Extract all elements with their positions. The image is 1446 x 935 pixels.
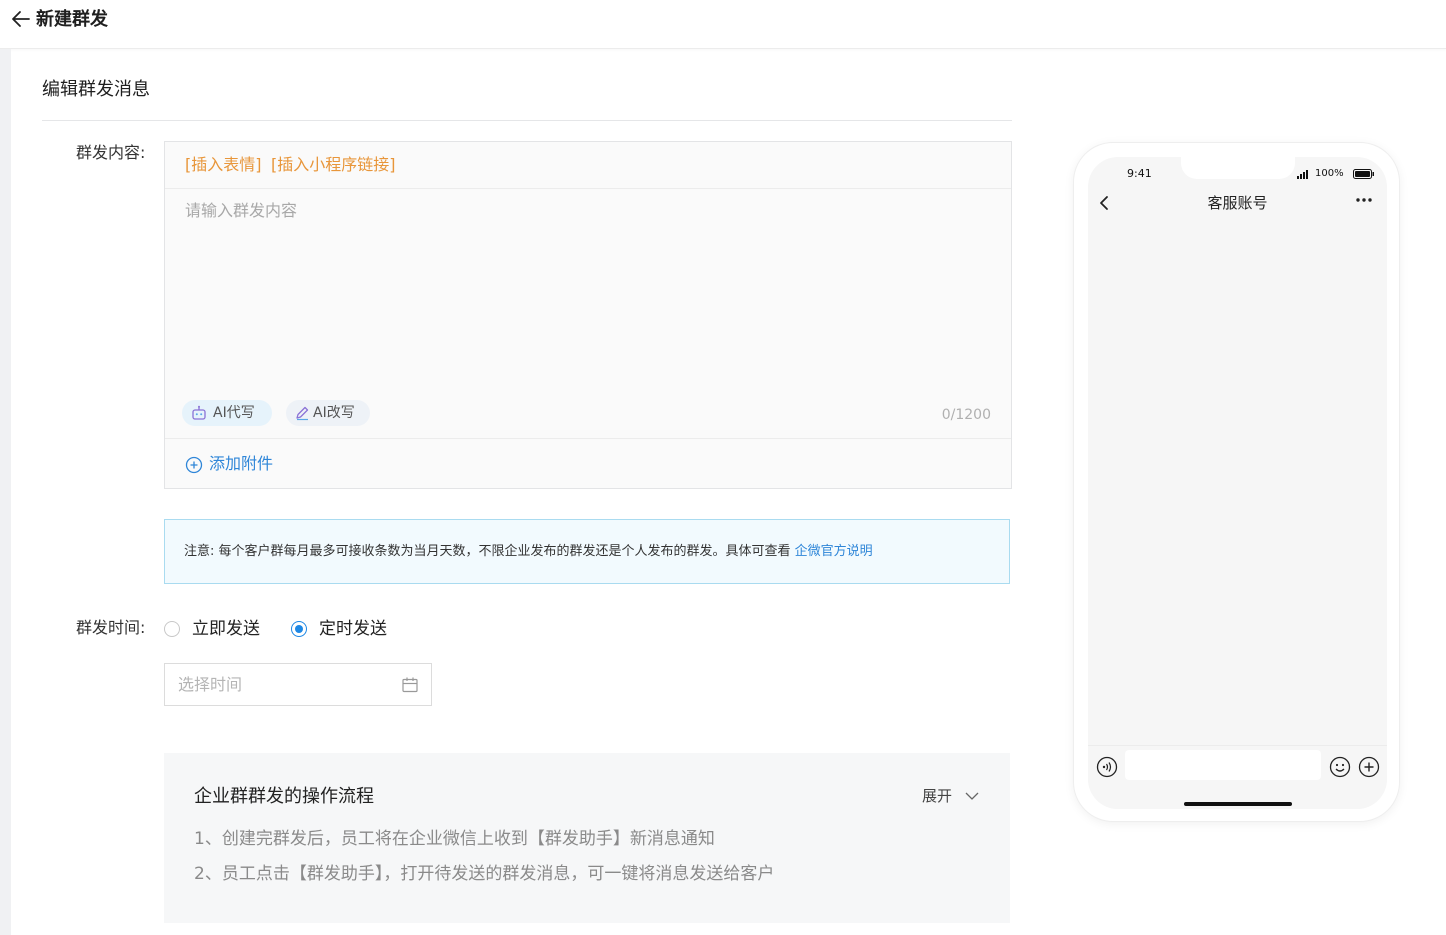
signal-icon — [1297, 170, 1308, 179]
battery-icon — [1353, 169, 1374, 179]
flow-step: 1、创建完群发后，员工将在企业微信上收到【群发助手】新消息通知 — [194, 829, 715, 849]
phone-notch — [1181, 157, 1295, 179]
editor-toolbar: [插入表情] [插入小程序链接] — [165, 142, 1011, 189]
flow-expand-label: 展开 — [921, 787, 952, 805]
battery-text: 100% — [1315, 168, 1344, 179]
radio-send-now-circle[interactable] — [164, 621, 180, 637]
flow-title: 企业群群发的操作流程 — [194, 786, 374, 807]
chevron-down-icon — [965, 792, 979, 800]
time-label: 群发时间: — [76, 618, 146, 637]
content-textarea[interactable]: 请输入群发内容 — [185, 200, 297, 222]
status-time: 9:41 — [1127, 167, 1152, 180]
section-divider — [42, 120, 1012, 121]
radio-scheduled-label: 定时发送 — [319, 619, 387, 639]
calendar-icon — [402, 677, 418, 693]
official-doc-link[interactable]: 企微官方说明 — [795, 544, 873, 559]
voice-icon[interactable] — [1096, 756, 1118, 778]
top-bar: 新建群发 — [0, 0, 1446, 49]
insert-miniprogram-link[interactable]: [插入小程序链接] — [271, 154, 396, 176]
notice-text: 注意: 每个客户群每月最多可接收条数为当月天数，不限企业发布的群发还是个人发布的… — [184, 542, 873, 562]
add-attachment-label: 添加附件 — [209, 454, 274, 473]
phone-preview: 9:41 100% 客服账号 — [1073, 142, 1400, 822]
flow-expand-toggle[interactable]: 展开 — [910, 786, 980, 808]
content-editor: [插入表情] [插入小程序链接] 请输入群发内容 AI代写 AI改写 0/120… — [164, 141, 1012, 489]
chat-input-bar — [1088, 745, 1387, 809]
section-title: 编辑群发消息 — [42, 79, 150, 100]
date-picker-input[interactable]: 选择时间 — [164, 663, 432, 706]
plus-icon[interactable] — [1358, 756, 1380, 778]
content-label: 群发内容: — [76, 143, 146, 162]
pen-icon — [296, 406, 309, 421]
flow-step: 2、员工点击【群发助手】，打开待发送的群发消息，可一键将消息发送给客户 — [194, 864, 775, 884]
insert-emoji-link[interactable]: [插入表情] — [185, 154, 262, 176]
chat-message-input[interactable] — [1125, 750, 1321, 780]
char-counter: 0/1200 — [941, 407, 991, 423]
emoji-icon[interactable] — [1329, 756, 1351, 778]
arrow-left-icon[interactable] — [10, 8, 32, 30]
operation-flow-card: 企业群群发的操作流程 展开 1、创建完群发后，员工将在企业微信上收到【群发助手】… — [164, 753, 1010, 923]
phone-screen: 9:41 100% 客服账号 — [1088, 157, 1387, 809]
robot-icon — [192, 405, 206, 420]
editor-footer: 添加附件 — [165, 438, 1011, 489]
plus-circle-icon — [185, 456, 203, 474]
left-rail — [0, 49, 11, 935]
notice-box: 注意: 每个客户群每月最多可接收条数为当月天数，不限企业发布的群发还是个人发布的… — [164, 519, 1010, 584]
date-placeholder: 选择时间 — [178, 675, 243, 694]
ai-rewrite-label: AI改写 — [313, 405, 355, 421]
home-indicator — [1184, 802, 1292, 806]
notice-body: 注意: 每个客户群每月最多可接收条数为当月天数，不限企业发布的群发还是个人发布的… — [184, 544, 795, 559]
more-dots-icon[interactable] — [1355, 197, 1373, 203]
ai-write-button[interactable]: AI代写 — [182, 400, 272, 426]
ai-write-label: AI代写 — [213, 405, 255, 421]
page-title: 新建群发 — [36, 9, 108, 30]
ai-rewrite-button[interactable]: AI改写 — [286, 400, 370, 426]
radio-scheduled-circle[interactable] — [291, 621, 307, 637]
radio-send-now-label: 立即发送 — [192, 619, 260, 639]
chat-title: 客服账号 — [1207, 194, 1268, 212]
